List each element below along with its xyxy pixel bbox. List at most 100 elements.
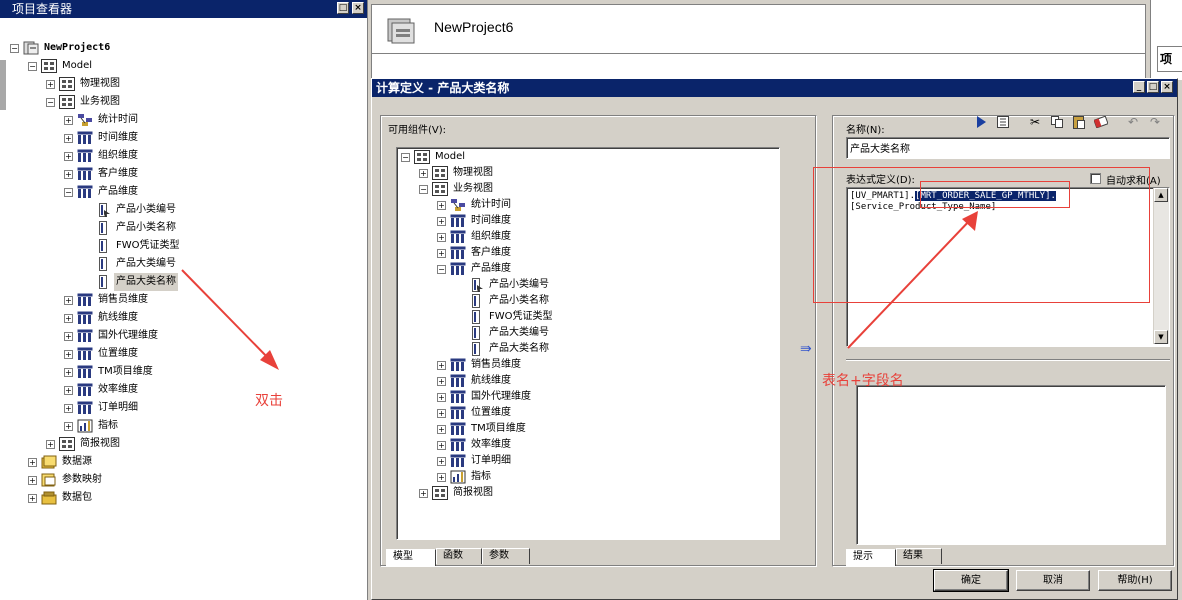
tab-parameters[interactable]: 参数 bbox=[482, 548, 530, 564]
collapse-icon[interactable]: − bbox=[64, 187, 73, 197]
insert-arrow-icon[interactable]: ⇛ bbox=[800, 341, 812, 357]
splitter[interactable] bbox=[0, 60, 6, 110]
redo-icon[interactable]: ↷ bbox=[1146, 113, 1164, 131]
expand-icon[interactable]: + bbox=[64, 313, 73, 323]
view-icon bbox=[432, 486, 448, 500]
components-tree-box[interactable]: − Model + 物理视图 − 业务视图 + 统计时间 + 时间维度 + 组织维度 + 客户维度 − 产品维… bbox=[396, 147, 780, 540]
collapse-icon[interactable]: − bbox=[401, 152, 410, 162]
expand-icon[interactable]: + bbox=[437, 392, 446, 402]
expand-icon[interactable]: + bbox=[64, 403, 73, 413]
expand-icon[interactable]: + bbox=[28, 493, 37, 503]
collapse-icon[interactable]: − bbox=[437, 264, 446, 274]
expand-icon[interactable]: + bbox=[437, 200, 446, 210]
tree-node[interactable]: 产品大类编号 bbox=[82, 255, 178, 273]
expand-icon[interactable]: + bbox=[437, 360, 446, 370]
paste-icon[interactable] bbox=[1070, 113, 1088, 131]
explorer-close-button[interactable]: × bbox=[352, 2, 364, 14]
scroll-up-button[interactable]: ▲ bbox=[1154, 188, 1168, 202]
tree-node[interactable]: + 订单明细 bbox=[64, 399, 140, 417]
expand-icon[interactable]: + bbox=[64, 349, 73, 359]
tips-results-pane[interactable] bbox=[856, 385, 1166, 545]
expand-icon[interactable]: + bbox=[437, 376, 446, 386]
expand-icon[interactable]: + bbox=[437, 408, 446, 418]
tree-node[interactable]: 产品小类名称 bbox=[82, 219, 178, 237]
tree-node[interactable]: 产品大类名称 bbox=[82, 273, 178, 291]
tree-node[interactable]: + 时间维度 bbox=[64, 129, 140, 147]
expand-icon[interactable]: + bbox=[437, 248, 446, 258]
view-icon bbox=[432, 182, 448, 196]
tab-functions[interactable]: 函数 bbox=[436, 548, 482, 564]
expand-icon[interactable]: + bbox=[28, 457, 37, 467]
expand-icon[interactable]: + bbox=[437, 456, 446, 466]
tree-node[interactable]: + 航线维度 bbox=[64, 309, 140, 327]
tree-node[interactable]: + 国外代理维度 bbox=[64, 327, 160, 345]
help-button[interactable]: 帮助(H) bbox=[1098, 570, 1172, 591]
expand-icon[interactable]: + bbox=[64, 295, 73, 305]
tree-node[interactable]: + 简报视图 bbox=[419, 484, 495, 502]
tree-node[interactable]: + 组织维度 bbox=[64, 147, 140, 165]
expand-icon[interactable]: + bbox=[28, 475, 37, 485]
close-button[interactable]: × bbox=[1161, 81, 1173, 93]
expand-icon[interactable]: + bbox=[46, 439, 55, 449]
expand-icon[interactable]: + bbox=[437, 216, 446, 226]
tree-node[interactable]: + TM项目维度 bbox=[64, 363, 155, 381]
tree-node[interactable]: + 位置维度 bbox=[64, 345, 140, 363]
expand-icon[interactable]: + bbox=[64, 331, 73, 341]
expand-icon[interactable]: + bbox=[437, 424, 446, 434]
undo-icon[interactable]: ↶ bbox=[1124, 113, 1142, 131]
collapse-icon[interactable]: − bbox=[419, 184, 428, 194]
expand-icon[interactable]: + bbox=[64, 169, 73, 179]
expand-icon[interactable]: + bbox=[64, 151, 73, 161]
expand-icon[interactable]: + bbox=[64, 115, 73, 125]
collapse-icon[interactable]: − bbox=[28, 61, 37, 71]
tab-model[interactable]: 模型 bbox=[386, 549, 436, 566]
expand-icon[interactable]: + bbox=[64, 385, 73, 395]
side-tab-project[interactable]: 项目 bbox=[1157, 46, 1182, 72]
tree-node[interactable]: + 统计时间 bbox=[64, 111, 140, 129]
run-icon[interactable] bbox=[972, 113, 990, 131]
tab-results[interactable]: 结果 bbox=[896, 548, 942, 564]
maximize-button[interactable]: □ bbox=[1147, 81, 1159, 93]
collapse-icon[interactable]: − bbox=[46, 97, 55, 107]
tab-tips[interactable]: 提示 bbox=[846, 549, 896, 566]
project-header: NewProject6 bbox=[371, 4, 1146, 54]
expand-icon[interactable]: + bbox=[437, 232, 446, 242]
scroll-down-button[interactable]: ▼ bbox=[1154, 330, 1168, 344]
tree-node[interactable]: − NewProject6 bbox=[10, 39, 112, 57]
tree-node[interactable]: + 效率维度 bbox=[64, 381, 140, 399]
copy-icon[interactable] bbox=[1048, 113, 1066, 131]
erase-icon[interactable] bbox=[1092, 113, 1110, 131]
expand-icon[interactable]: + bbox=[437, 440, 446, 450]
tree-node[interactable]: FWO凭证类型 bbox=[82, 237, 182, 255]
tree-node[interactable]: + 数据包 bbox=[28, 489, 94, 507]
tree-node[interactable]: − Model bbox=[28, 57, 94, 75]
expand-icon[interactable]: + bbox=[437, 472, 446, 482]
expand-icon[interactable]: + bbox=[46, 79, 55, 89]
tree-node[interactable]: + 客户维度 bbox=[64, 165, 140, 183]
name-field[interactable]: 产品大类名称 bbox=[846, 137, 1170, 159]
tree-node[interactable]: + 数据源 bbox=[28, 453, 94, 471]
tree-node[interactable]: + 指标 bbox=[64, 417, 120, 435]
tree-node[interactable]: + 简报视图 bbox=[46, 435, 122, 453]
tree-node[interactable]: − 产品维度 bbox=[64, 183, 140, 201]
view-icon bbox=[432, 166, 448, 180]
expand-icon[interactable]: + bbox=[64, 421, 73, 431]
tree-node[interactable]: 产品小类编号 bbox=[82, 201, 178, 219]
tree-node[interactable]: + 销售员维度 bbox=[64, 291, 150, 309]
expand-icon[interactable]: + bbox=[64, 367, 73, 377]
expand-icon[interactable]: + bbox=[419, 168, 428, 178]
list-icon[interactable] bbox=[994, 113, 1012, 131]
tree-node[interactable]: + 参数映射 bbox=[28, 471, 104, 489]
cut-icon[interactable]: ✂ bbox=[1026, 113, 1044, 131]
ok-button[interactable]: 确定 bbox=[933, 569, 1009, 592]
explorer-float-button[interactable]: □ bbox=[337, 2, 349, 14]
collapse-icon[interactable]: − bbox=[10, 43, 19, 53]
expand-icon[interactable]: + bbox=[419, 488, 428, 498]
minimize-button[interactable]: _ bbox=[1133, 81, 1145, 93]
cancel-button[interactable]: 取消 bbox=[1016, 570, 1090, 591]
expression-scrollbar[interactable]: ▲ ▼ bbox=[1153, 188, 1169, 344]
tree-node[interactable]: + 物理视图 bbox=[46, 75, 122, 93]
tree-node[interactable]: − 业务视图 bbox=[46, 93, 122, 111]
expand-icon[interactable]: + bbox=[64, 133, 73, 143]
